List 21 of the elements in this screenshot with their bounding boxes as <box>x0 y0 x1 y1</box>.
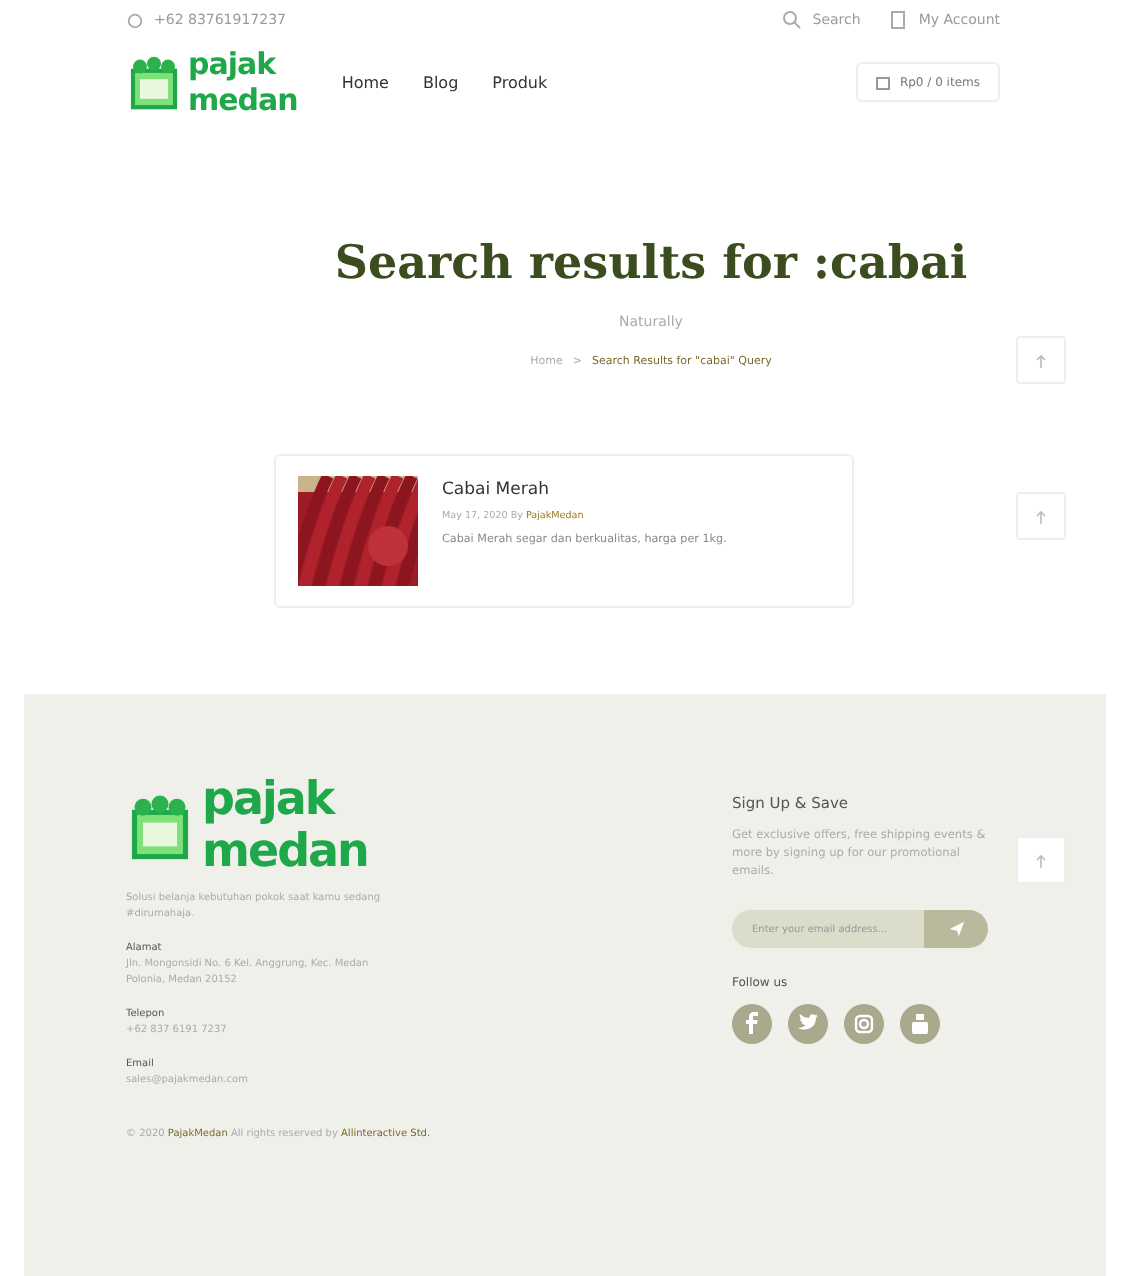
nav-link[interactable]: Blog <box>422 73 459 91</box>
result-title[interactable]: Cabai Merah <box>442 480 727 500</box>
camera-icon[interactable] <box>844 1004 884 1044</box>
video-icon[interactable] <box>900 1004 940 1044</box>
twitter-icon[interactable] <box>788 1004 828 1044</box>
logo-icon <box>126 54 182 110</box>
logo-text: pajak <box>188 46 279 82</box>
arrow-up-icon <box>1036 509 1046 523</box>
nav-link[interactable]: Home <box>341 73 389 91</box>
logo-text: medan <box>202 826 368 878</box>
arrow-up-icon <box>1036 353 1046 367</box>
nav-link[interactable]: Produk <box>492 73 548 91</box>
paper-plane-icon <box>947 920 965 938</box>
facebook-icon[interactable] <box>732 1004 772 1044</box>
logo-icon <box>126 792 194 860</box>
logo-text: pajak <box>202 774 338 826</box>
page-title: Search results for :cabai <box>334 236 968 290</box>
send-button[interactable] <box>924 910 988 948</box>
arrow-up-icon <box>1036 853 1046 867</box>
logo-text: medan <box>188 82 298 118</box>
search-icon <box>782 10 803 30</box>
